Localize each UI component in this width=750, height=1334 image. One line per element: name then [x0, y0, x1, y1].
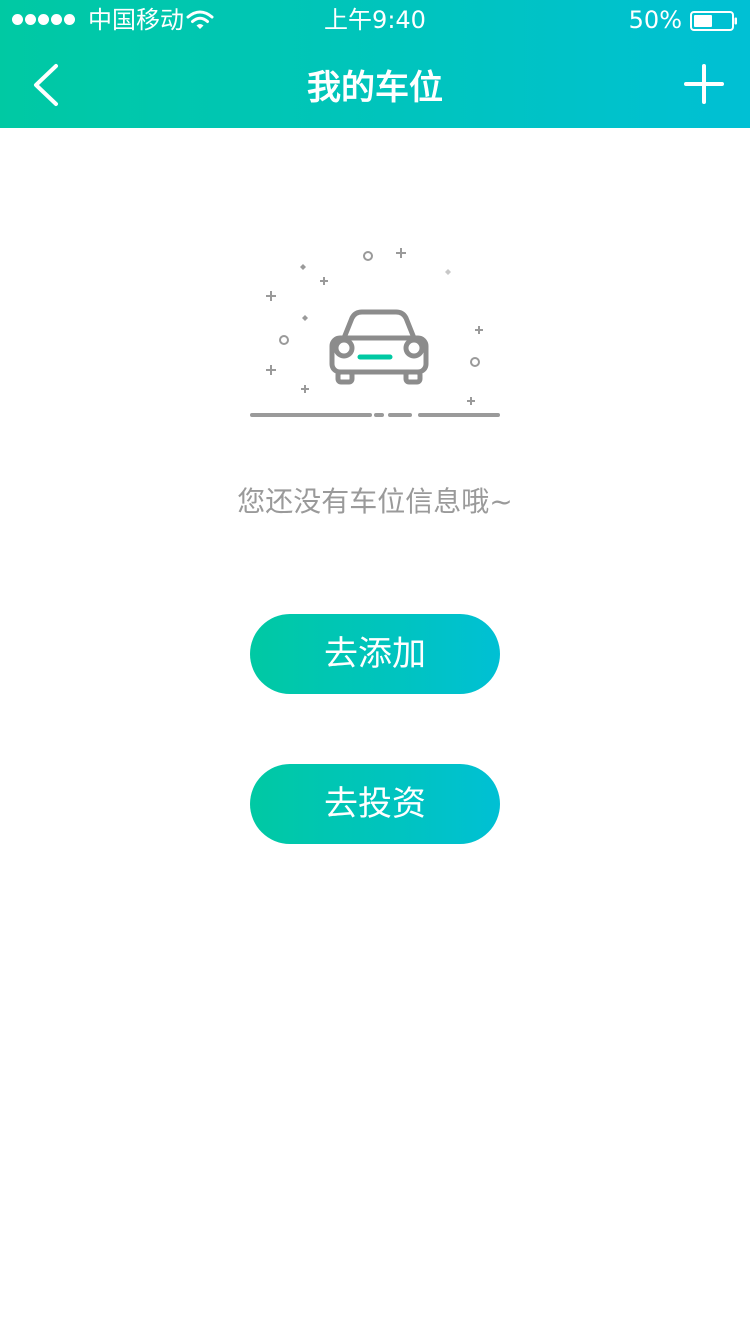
car-illustration [250, 248, 500, 417]
page-title: 我的车位 [307, 68, 443, 108]
header: 中国移动 上午9:40 50% 我的车位 [0, 0, 750, 128]
status-bar: 中国移动 上午9:40 50% [0, 0, 750, 40]
battery-percent: 50% [628, 6, 682, 34]
empty-state-message: 您还没有车位信息哦~ [237, 485, 513, 518]
add-button[interactable] [680, 60, 728, 108]
go-invest-button[interactable]: 去投资 [250, 764, 500, 844]
battery-icon [690, 11, 737, 31]
go-add-button[interactable]: 去添加 [250, 614, 500, 694]
car-icon [329, 309, 429, 385]
